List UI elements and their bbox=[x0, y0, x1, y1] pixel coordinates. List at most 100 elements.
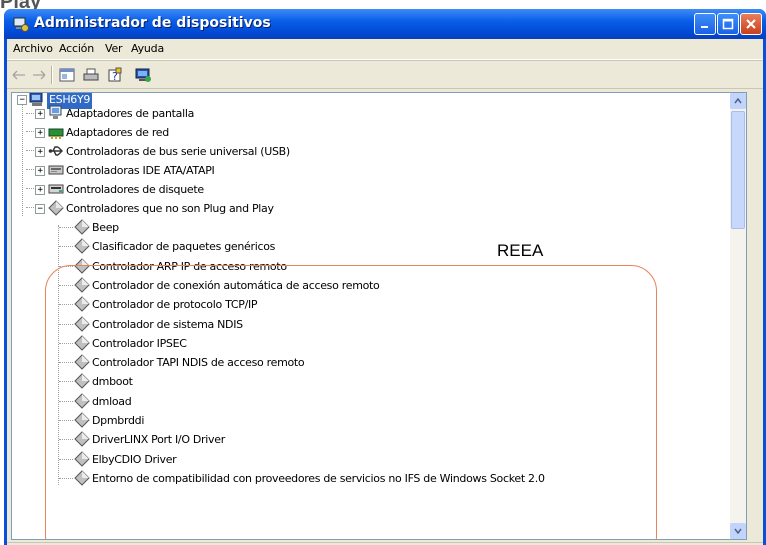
tree-category[interactable]: + Controladores de disquete bbox=[12, 180, 512, 199]
device-row[interactable]: Clasificador de paquetes genéricos bbox=[12, 237, 712, 256]
print-icon bbox=[83, 68, 99, 81]
device-row[interactable]: dmload bbox=[12, 392, 712, 411]
expand-toggle[interactable]: + bbox=[35, 147, 45, 157]
device-manager-icon bbox=[13, 17, 29, 32]
driver-icon bbox=[74, 470, 90, 486]
non-pnp-driver-icon bbox=[48, 200, 64, 216]
device-row[interactable]: Controlador de protocolo TCP/IP bbox=[12, 295, 712, 314]
tree-connector bbox=[59, 400, 73, 402]
device-label: Controlador TAPI NDIS de acceso remoto bbox=[92, 356, 305, 370]
device-label: dmboot bbox=[92, 375, 133, 389]
expand-toggle[interactable]: + bbox=[35, 109, 45, 119]
category-label: Controladores que no son Plug and Play bbox=[66, 202, 274, 215]
driver-icon bbox=[74, 373, 90, 390]
menu-bar: Archivo Acción Ver Ayuda bbox=[7, 39, 763, 60]
chevron-down-icon bbox=[734, 528, 742, 534]
tree-category[interactable]: + Adaptadores de red bbox=[12, 123, 512, 142]
driver-icon bbox=[74, 315, 90, 332]
ide-controller-icon bbox=[48, 165, 64, 175]
forward-icon bbox=[33, 70, 46, 80]
properties-icon bbox=[59, 68, 75, 82]
scroll-thumb[interactable] bbox=[731, 111, 745, 229]
device-label: Clasificador de paquetes genéricos bbox=[92, 240, 276, 254]
driver-icon bbox=[74, 431, 90, 448]
tree-connector bbox=[59, 342, 73, 344]
vertical-scrollbar[interactable] bbox=[730, 93, 746, 539]
chevron-up-icon bbox=[734, 98, 742, 104]
tree-category[interactable]: + Controladoras de bus serie universal (… bbox=[12, 142, 512, 161]
device-row[interactable]: dmboot bbox=[12, 372, 712, 391]
device-row[interactable]: Controlador de sistema NDIS bbox=[12, 315, 712, 334]
toolbar: ? bbox=[7, 62, 763, 89]
scroll-up-button[interactable] bbox=[730, 93, 746, 109]
tree-connector bbox=[59, 284, 73, 286]
device-row[interactable]: Controlador ARP IP de acceso remoto bbox=[12, 257, 712, 276]
device-row[interactable]: Beep bbox=[12, 218, 712, 237]
driver-icon bbox=[74, 238, 90, 255]
collapse-toggle[interactable]: − bbox=[35, 204, 45, 214]
category-label: Controladoras de bus serie universal (US… bbox=[66, 145, 290, 158]
title-bar[interactable]: Administrador de dispositivos bbox=[4, 9, 766, 39]
device-row[interactable]: Controlador IPSEC bbox=[12, 334, 712, 353]
tree-connector bbox=[59, 304, 73, 306]
device-label: dmload bbox=[92, 394, 132, 408]
tree-category-expanded[interactable]: − Controladores que no son Plug and Play bbox=[12, 199, 512, 218]
category-label: Controladores de disquete bbox=[66, 183, 204, 196]
tree-connector bbox=[59, 458, 73, 460]
help-button[interactable]: ? bbox=[105, 66, 125, 84]
device-label: Dpmbrddi bbox=[92, 414, 145, 427]
menu-accion[interactable]: Acción bbox=[59, 42, 94, 55]
print-button[interactable] bbox=[81, 66, 101, 84]
device-tree[interactable]: − ESH6Y9 + Adaptadores de pantalla + Ada… bbox=[11, 92, 747, 540]
tree-category[interactable]: + Controladoras IDE ATA/ATAPI bbox=[12, 161, 512, 180]
expand-toggle[interactable]: + bbox=[35, 128, 45, 138]
tree-connector bbox=[59, 439, 73, 441]
device-label: Beep bbox=[92, 221, 119, 234]
tree-category[interactable]: + Adaptadores de pantalla bbox=[12, 104, 512, 123]
driver-icon bbox=[74, 354, 90, 370]
tree-connector bbox=[59, 246, 73, 248]
driver-icon bbox=[74, 335, 90, 351]
scroll-down-button[interactable] bbox=[730, 523, 746, 539]
menu-archivo[interactable]: Archivo bbox=[13, 42, 53, 55]
toolbar-separator bbox=[51, 66, 53, 84]
maximize-icon bbox=[722, 18, 734, 30]
device-row[interactable]: DriverLINX Port I/O Driver bbox=[12, 430, 712, 449]
scan-hardware-icon bbox=[135, 68, 151, 82]
scan-hardware-button[interactable] bbox=[133, 66, 153, 84]
close-button[interactable] bbox=[740, 13, 762, 35]
minimize-button[interactable] bbox=[694, 13, 716, 35]
expand-toggle[interactable]: + bbox=[35, 166, 45, 176]
device-row[interactable]: Dpmbrddi bbox=[12, 411, 712, 430]
driver-icon bbox=[74, 257, 90, 274]
display-adapter-icon bbox=[49, 105, 62, 119]
forward-button[interactable] bbox=[29, 66, 49, 84]
tree-connector bbox=[59, 323, 73, 325]
device-row[interactable]: ElbyCDIO Driver bbox=[12, 450, 712, 469]
close-icon bbox=[746, 19, 756, 29]
back-icon bbox=[12, 70, 25, 80]
tree-connector bbox=[59, 362, 73, 364]
properties-button[interactable] bbox=[57, 66, 77, 84]
window-title: Administrador de dispositivos bbox=[34, 15, 271, 31]
device-label: Entorno de compatibilidad con proveedore… bbox=[92, 471, 545, 485]
driver-icon bbox=[74, 277, 90, 293]
device-row[interactable]: Entorno de compatibilidad con proveedore… bbox=[12, 469, 712, 488]
tree-connector bbox=[59, 227, 73, 228]
tree-connector bbox=[59, 477, 73, 479]
maximize-button[interactable] bbox=[717, 13, 739, 35]
device-row[interactable]: Controlador de conexión automática de ac… bbox=[12, 276, 712, 295]
category-label: Controladoras IDE ATA/ATAPI bbox=[66, 164, 215, 177]
usb-icon bbox=[48, 146, 63, 156]
device-label: Controlador de protocolo TCP/IP bbox=[92, 298, 258, 312]
menu-ver[interactable]: Ver bbox=[105, 42, 123, 55]
back-button[interactable] bbox=[9, 66, 29, 84]
device-label: Controlador de conexión automática de ac… bbox=[92, 278, 380, 292]
driver-icon bbox=[74, 296, 90, 312]
window-client: Archivo Acción Ver Ayuda ? − ESH6Y9 + Ad… bbox=[7, 39, 763, 545]
minimize-icon bbox=[701, 26, 708, 28]
expand-toggle[interactable]: + bbox=[35, 185, 45, 195]
menu-ayuda[interactable]: Ayuda bbox=[131, 42, 164, 55]
device-label: DriverLINX Port I/O Driver bbox=[92, 433, 225, 447]
device-row[interactable]: Controlador TAPI NDIS de acceso remoto bbox=[12, 353, 712, 372]
